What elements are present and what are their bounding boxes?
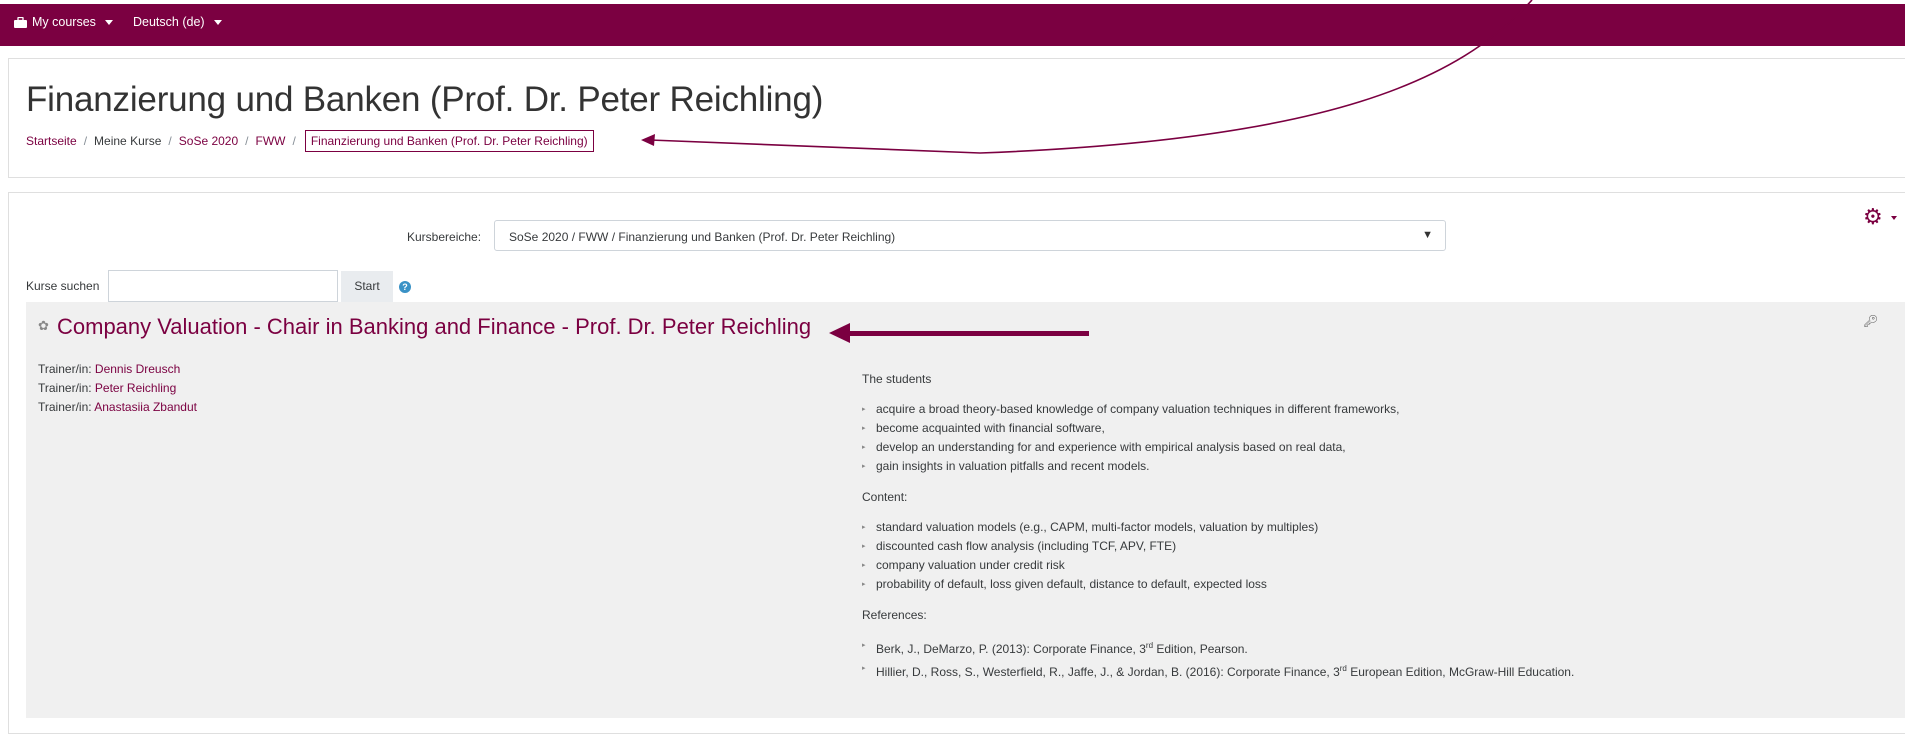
annotation-curve-arrow — [641, 0, 1533, 154]
